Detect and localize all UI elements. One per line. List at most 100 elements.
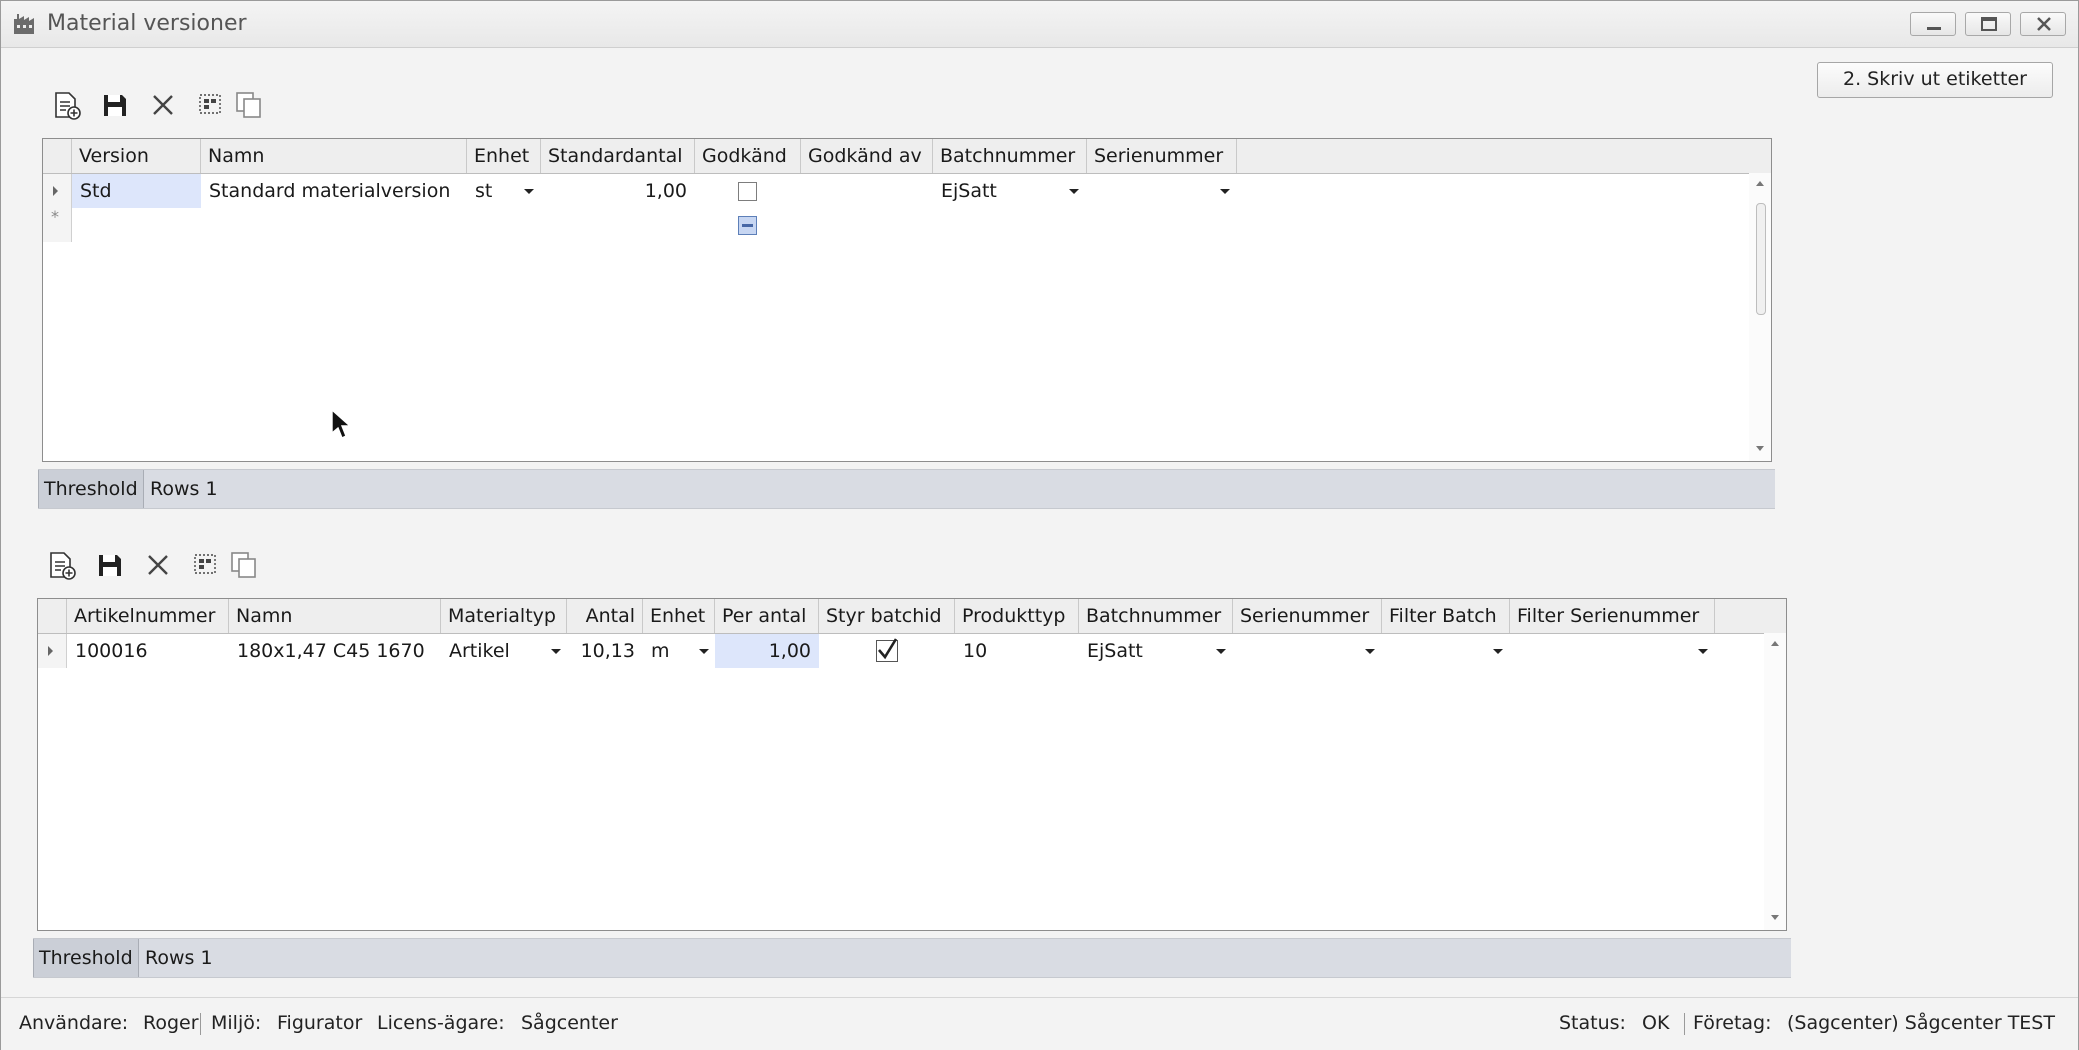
select-icon	[194, 554, 216, 574]
new-row-indicator[interactable]: *	[43, 207, 72, 242]
chevron-down-icon[interactable]	[1216, 649, 1226, 654]
cell-version[interactable]: Std	[72, 174, 201, 208]
cell-produkttyp[interactable]: 10	[955, 634, 1079, 668]
col-standardantal[interactable]: Standardantal	[541, 139, 695, 173]
save-icon	[104, 95, 126, 116]
delete-icon	[153, 95, 173, 115]
threshold-label[interactable]: Threshold	[38, 470, 144, 508]
cell-antal[interactable]: 10,13	[567, 634, 643, 668]
scroll-down-icon[interactable]	[1756, 446, 1764, 451]
materials-toolbar	[44, 547, 264, 581]
col-serienummer[interactable]: Serienummer	[1087, 139, 1237, 173]
cell-materialtyp[interactable]: Artikel	[441, 634, 567, 668]
close-window-button[interactable]	[2020, 12, 2066, 36]
chevron-down-icon[interactable]	[1493, 649, 1503, 654]
maximize-button[interactable]	[1965, 12, 2011, 36]
col-materialtyp[interactable]: Materialtyp	[441, 599, 567, 633]
scroll-down-icon[interactable]	[1771, 915, 1779, 920]
divider	[200, 1013, 201, 1035]
new-version-button[interactable]	[49, 87, 83, 121]
cell-namn[interactable]: 180x1,47 C45 1670	[229, 634, 441, 668]
col-filter-batch[interactable]: Filter Batch	[1382, 599, 1510, 633]
chevron-down-icon[interactable]	[1365, 649, 1375, 654]
license-label: Licens-ägare:	[377, 1012, 505, 1034]
cell-filter-serienummer[interactable]	[1510, 634, 1715, 668]
chevron-down-icon[interactable]	[551, 649, 561, 654]
cell-serienummer[interactable]	[1087, 174, 1237, 208]
print-labels-button[interactable]: 2. Skriv ut etiketter	[1817, 62, 2053, 98]
table-row[interactable]: Std Standard materialversion st 1,00 EjS…	[43, 174, 1749, 208]
cell-enhet[interactable]: st	[467, 174, 541, 208]
cell-serienummer[interactable]	[1233, 634, 1382, 668]
select-icon	[199, 94, 221, 114]
indeterminate-checkbox[interactable]	[738, 216, 757, 235]
cell-batchnummer-value: EjSatt	[1087, 640, 1143, 662]
cell-standardantal[interactable]: 1,00	[541, 174, 695, 208]
cell-namn[interactable]: Standard materialversion	[201, 174, 467, 208]
table-row[interactable]: 100016 180x1,47 C45 1670 Artikel 10,13 m…	[38, 634, 1764, 668]
versions-scrollbar[interactable]	[1749, 173, 1771, 461]
title-bar[interactable]: Material versioner	[1, 1, 2078, 48]
save-version-button[interactable]	[97, 87, 131, 121]
col-styr-batchid[interactable]: Styr batchid	[819, 599, 955, 633]
copy-version-button[interactable]	[231, 87, 265, 121]
materials-scrollbar[interactable]	[1764, 633, 1786, 930]
cell-enhet-value: m	[651, 640, 670, 662]
save-material-button[interactable]	[92, 547, 126, 581]
col-version[interactable]: Version	[72, 139, 201, 173]
cell-godkand[interactable]	[695, 174, 801, 208]
chevron-down-icon[interactable]	[699, 649, 709, 654]
row-indicator[interactable]	[38, 634, 67, 668]
cell-batchnummer[interactable]: EjSatt	[1079, 634, 1233, 668]
new-material-button[interactable]	[44, 547, 78, 581]
col-enhet[interactable]: Enhet	[643, 599, 715, 633]
company-label: Företag:	[1693, 1012, 1772, 1034]
scroll-thumb[interactable]	[1756, 203, 1766, 315]
col-antal[interactable]: Antal	[567, 599, 643, 633]
save-icon	[99, 555, 121, 576]
col-serienummer[interactable]: Serienummer	[1233, 599, 1382, 633]
col-filter-serienummer[interactable]: Filter Serienummer	[1510, 599, 1715, 633]
copy-material-button[interactable]	[226, 547, 260, 581]
col-godkand[interactable]: Godkänd	[695, 139, 801, 173]
versions-toolbar	[49, 87, 269, 121]
scroll-up-icon[interactable]	[1771, 641, 1779, 646]
col-enhet[interactable]: Enhet	[467, 139, 541, 173]
status-value: OK	[1642, 1012, 1670, 1034]
cell-godkand-av[interactable]	[801, 174, 933, 208]
col-per-antal[interactable]: Per antal	[715, 599, 819, 633]
select-version-button[interactable]	[193, 87, 227, 121]
delete-version-button[interactable]	[145, 87, 179, 121]
godkand-checkbox[interactable]	[738, 182, 757, 201]
user-value: Roger	[143, 1012, 199, 1034]
cell-batchnummer[interactable]: EjSatt	[933, 174, 1087, 208]
chevron-down-icon[interactable]	[1220, 189, 1230, 194]
threshold-label[interactable]: Threshold	[33, 939, 139, 977]
materials-grid: Artikelnummer Namn Materialtyp Antal Enh…	[37, 598, 1787, 931]
minimize-button[interactable]	[1910, 12, 1956, 36]
header-indicator	[43, 139, 72, 173]
col-namn[interactable]: Namn	[229, 599, 441, 633]
chevron-down-icon[interactable]	[524, 189, 534, 194]
col-batchnummer[interactable]: Batchnummer	[1079, 599, 1233, 633]
new-row[interactable]: *	[43, 207, 1749, 242]
new-row-godkand[interactable]	[695, 208, 801, 242]
styr-batchid-checkbox[interactable]	[876, 638, 898, 662]
cell-artikelnummer[interactable]: 100016	[67, 634, 229, 668]
select-material-button[interactable]	[188, 547, 222, 581]
cell-styr-batchid[interactable]	[819, 634, 955, 668]
row-indicator[interactable]	[43, 174, 72, 208]
col-batchnummer[interactable]: Batchnummer	[933, 139, 1087, 173]
col-godkand-av[interactable]: Godkänd av	[801, 139, 933, 173]
header-indicator	[38, 599, 67, 633]
cell-per-antal[interactable]: 1,00	[715, 634, 819, 668]
chevron-down-icon[interactable]	[1069, 189, 1079, 194]
cell-enhet[interactable]: m	[643, 634, 715, 668]
delete-material-button[interactable]	[140, 547, 174, 581]
scroll-up-icon[interactable]	[1756, 181, 1764, 186]
col-artikelnummer[interactable]: Artikelnummer	[67, 599, 229, 633]
cell-filter-batch[interactable]	[1382, 634, 1510, 668]
col-produkttyp[interactable]: Produkttyp	[955, 599, 1079, 633]
col-namn[interactable]: Namn	[201, 139, 467, 173]
chevron-down-icon[interactable]	[1698, 649, 1708, 654]
